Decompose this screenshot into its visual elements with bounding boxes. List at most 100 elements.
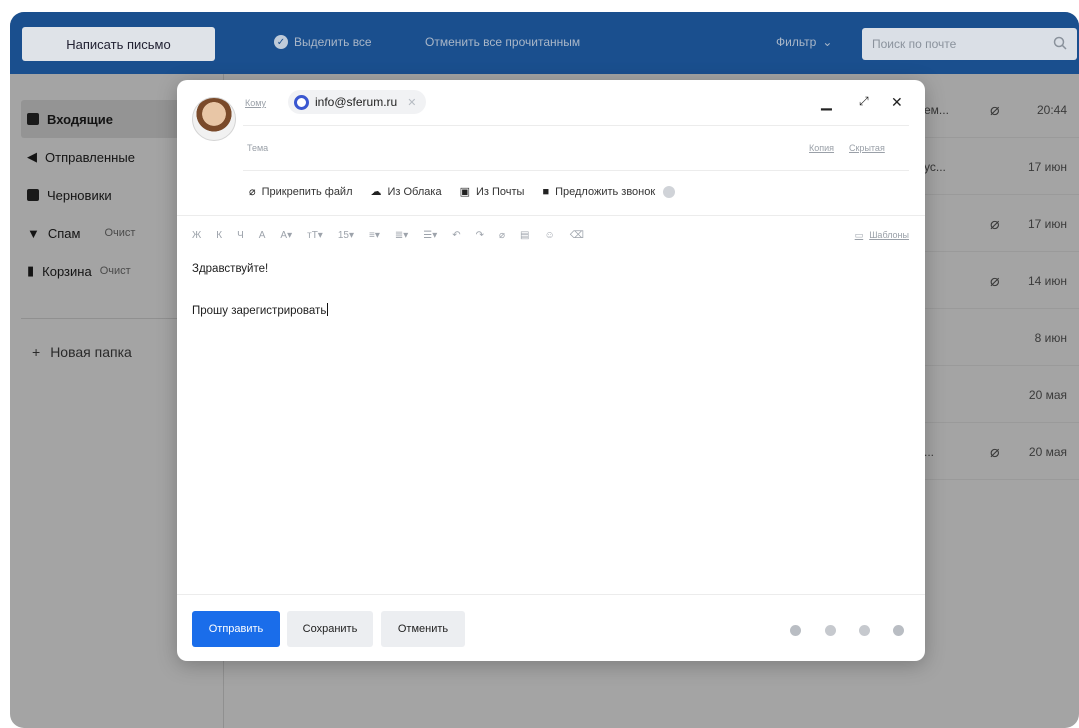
align-icon[interactable]: ≡▾ [369, 230, 380, 241]
message-date: 20 мая [1028, 445, 1067, 459]
save-button[interactable]: Сохранить [287, 611, 373, 647]
list-item[interactable]: ус... 17 июн [920, 138, 1079, 195]
draft-icon [27, 189, 39, 201]
reply-arrow-icon: ◀ [27, 149, 37, 164]
remove-recipient-icon[interactable]: ✕ [407, 96, 416, 109]
list-item[interactable]: ... ⌀ 20 мая [920, 423, 1079, 480]
search-placeholder: Поиск по почте [872, 37, 957, 51]
clear-spam-link[interactable]: Очист [104, 227, 135, 239]
list-item[interactable]: 20 мая [920, 366, 1079, 423]
mark-read-button[interactable]: Отменить все прочитанным [425, 35, 580, 49]
recipient-email: info@sferum.ru [315, 95, 398, 109]
redo-icon[interactable]: ↷ [476, 230, 484, 241]
sidebar-item-label: Корзина [42, 263, 92, 279]
link-icon[interactable]: ⌀ [499, 230, 505, 241]
message-date: 17 июн [1027, 217, 1067, 231]
subject-field[interactable]: Тема [247, 143, 268, 153]
paperclip-icon: ⌀ [990, 273, 1000, 290]
sidebar-item-label: Входящие [47, 111, 113, 127]
select-all-button[interactable]: ✓ Выделить все [274, 35, 372, 49]
attach-file-label: Прикрепить файл [261, 185, 353, 198]
propose-call-label: Предложить звонок [555, 185, 656, 198]
strikethrough-icon[interactable]: А [259, 230, 266, 241]
recipient-logo-icon [294, 94, 309, 110]
emoji-icon[interactable]: ☺ [545, 230, 555, 241]
search-icon[interactable] [1053, 36, 1067, 50]
recipient-chip[interactable]: info@sferum.ru ✕ [288, 90, 427, 114]
font-size-value: 15 [337, 230, 349, 241]
clear-format-icon[interactable]: ⌫ [570, 230, 584, 241]
video-camera-icon: ■ [542, 185, 550, 198]
body-greeting: Здравствуйте! [192, 263, 269, 275]
text-color-icon[interactable]: А▾ [280, 230, 292, 241]
divider [243, 170, 909, 171]
message-snippet: ... [924, 445, 935, 459]
list-item[interactable]: ⌀ 17 июн [920, 195, 1079, 252]
top-toolbar: Написать письмо ✓ Выделить все Отменить … [10, 12, 1079, 74]
clear-trash-link[interactable]: Очист [100, 265, 131, 277]
attach-file-button[interactable]: ⌀ Прикрепить файл [249, 185, 353, 199]
schedule-clock-icon[interactable] [893, 625, 904, 636]
thumbs-down-icon: ▼ [27, 225, 40, 241]
search-input[interactable]: Поиск по почте [862, 28, 1077, 60]
bcc-link[interactable]: Скрытая [849, 143, 885, 153]
mark-read-label: Отменить все прочитанным [425, 35, 581, 49]
templates-label: Шаблоны [869, 230, 909, 240]
check-icon: ✓ [274, 35, 288, 49]
image-icon[interactable]: ▤ [520, 230, 529, 241]
paperclip-icon: ⌀ [990, 216, 1000, 233]
underline-icon[interactable]: Ч [237, 230, 244, 241]
chevron-down-icon: ⌄ [822, 35, 833, 49]
from-cloud-label: Из Облака [387, 185, 442, 198]
bold-icon[interactable]: Ж [192, 230, 201, 241]
new-folder-button[interactable]: + Новая папка [32, 344, 132, 360]
cancel-button[interactable]: Отменить [381, 611, 465, 647]
from-cloud-button[interactable]: ☁ Из Облака [370, 185, 442, 199]
message-date: 20:44 [1036, 103, 1067, 117]
priority-icon[interactable] [790, 625, 801, 636]
templates-button[interactable]: ▭ Шаблоны [855, 230, 909, 241]
reminder-icon[interactable] [859, 625, 870, 636]
font-size-select[interactable]: 15▾ [338, 230, 354, 241]
message-date: 17 июн [1027, 160, 1067, 174]
filter-dropdown[interactable]: Фильтр ⌄ [776, 35, 832, 49]
list-item[interactable]: 8 июн [920, 309, 1079, 366]
list-item[interactable]: ⌀ 14 июн [920, 252, 1079, 309]
message-date: 20 мая [1028, 388, 1067, 402]
to-label[interactable]: Кому [245, 98, 266, 108]
message-date: 14 июн [1027, 274, 1067, 288]
attachment-bar: ⌀ Прикрепить файл ☁ Из Облака ▣ Из Почты… [249, 185, 676, 199]
close-icon[interactable]: ✕ [891, 94, 903, 111]
filter-label: Фильтр [776, 35, 817, 49]
italic-icon[interactable]: К [216, 230, 222, 241]
cc-link[interactable]: Копия [809, 143, 834, 153]
undo-icon[interactable]: ↶ [452, 230, 460, 241]
cloud-icon: ☁ [370, 186, 382, 198]
receipt-icon[interactable] [825, 625, 836, 636]
from-mail-button[interactable]: ▣ Из Почты [459, 185, 525, 199]
propose-call-button[interactable]: ■ Предложить звонок [542, 185, 676, 198]
compose-button[interactable]: Написать письмо [22, 27, 215, 61]
message-snippet: ем... [924, 103, 949, 117]
paperclip-icon: ⌀ [990, 444, 1000, 461]
paperclip-icon: ⌀ [249, 186, 256, 198]
message-snippet: ус... [924, 160, 946, 174]
indent-icon[interactable]: ≣▾ [395, 230, 408, 241]
formatting-toolbar: Ж К Ч А А▾ тТ▾ 15▾ ≡▾ ≣▾ ☰▾ ↶ ↷ ⌀ ▤ ☺ ⌫ [192, 230, 584, 241]
sidebar-item-label: Черновики [47, 187, 112, 203]
sidebar-item-label: Отправленные [45, 149, 135, 165]
minimize-icon[interactable]: ▁ [821, 94, 832, 111]
compose-window: Кому info@sferum.ru ✕ ▁ ⤢ ✕ Тема Копия С… [177, 80, 925, 661]
help-icon[interactable] [663, 185, 676, 198]
plus-icon: + [32, 344, 41, 360]
send-button[interactable]: Отправить [192, 611, 280, 647]
text-style-icon[interactable]: тТ▾ [307, 230, 323, 241]
sidebar-item-label: Спам [47, 225, 81, 241]
expand-icon[interactable]: ⤢ [859, 94, 869, 109]
list-icon[interactable]: ☰▾ [423, 230, 437, 241]
text-caret [327, 303, 329, 316]
list-item[interactable]: ем... ⌀ 20:44 [920, 81, 1079, 138]
mail-icon: ▣ [459, 186, 470, 198]
trash-icon: ▮ [27, 263, 35, 278]
from-mail-label: Из Почты [475, 185, 525, 198]
